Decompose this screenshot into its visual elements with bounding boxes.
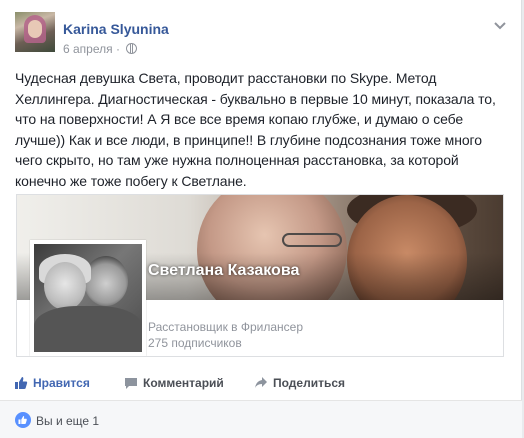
post-actions: Нравится Комментарий Поделиться <box>14 372 509 396</box>
like-label: Нравится <box>33 376 90 390</box>
page-category: Расстановщик в Фрилансер <box>148 320 304 334</box>
post-header: Karina Slyunina 6 апреля · <box>15 12 510 56</box>
page-profile-photo[interactable] <box>30 240 146 356</box>
page-description: Расстановщик в Фрилансер 275 подписчиков <box>148 319 303 351</box>
reactions-bar: Вы и еще 1 <box>0 400 522 438</box>
author-avatar[interactable] <box>15 12 55 52</box>
page-name[interactable]: Светлана Казакова <box>148 262 299 280</box>
comment-icon <box>125 378 137 389</box>
post-date[interactable]: 6 апреля <box>63 42 113 56</box>
reactions-summary[interactable]: Вы и еще 1 <box>36 414 99 428</box>
share-icon <box>255 377 267 388</box>
thumbs-up-icon <box>15 377 28 389</box>
comment-label: Комментарий <box>143 376 224 390</box>
like-icon[interactable] <box>15 412 31 428</box>
post-meta: 6 апреля · <box>63 42 138 56</box>
author-name[interactable]: Karina Slyunina <box>63 21 169 37</box>
share-button[interactable]: Поделиться <box>254 376 345 390</box>
meta-separator: · <box>115 42 120 56</box>
page-link-card[interactable]: Светлана Казакова Расстановщик в Фриланс… <box>16 194 504 357</box>
post-text: Чудесная девушка Света, проводит расстан… <box>15 70 496 189</box>
chevron-down-icon[interactable] <box>493 18 507 30</box>
globe-icon <box>126 43 138 54</box>
like-button[interactable]: Нравится <box>14 376 90 390</box>
page-subscribers: 275 подписчиков <box>148 336 242 350</box>
share-label: Поделиться <box>273 376 346 390</box>
comment-button[interactable]: Комментарий <box>124 376 224 390</box>
post-card: Karina Slyunina 6 апреля · Чудесная деву… <box>0 0 522 438</box>
